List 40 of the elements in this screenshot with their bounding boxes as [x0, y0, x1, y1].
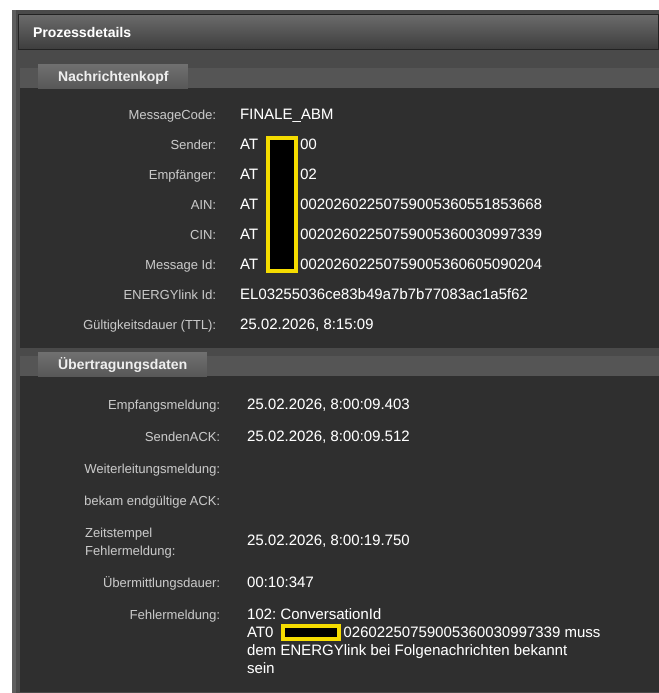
field-value: 25.02.2026, 8:00:19.750 — [247, 532, 410, 549]
field-value: 02602250759005360030997339 muss — [343, 624, 600, 641]
field-label: ENERGYlink Id: — [122, 286, 216, 304]
field-label: Message Id: — [144, 256, 216, 274]
field-label: Empfänger: — [148, 166, 216, 184]
field-label: Gültigkeitsdauer (TTL): — [82, 316, 216, 334]
field-value: 00202602250759005360605090204 — [300, 256, 542, 273]
field-label: Übermittlungsdauer: — [102, 574, 220, 592]
field-label: AIN: — [190, 196, 216, 214]
field-value: 102: ConversationId — [247, 606, 382, 623]
field-value: 00:10:347 — [247, 574, 314, 591]
panel-title: Prozessdetails — [33, 24, 132, 40]
field-label: Sender: — [169, 136, 216, 154]
field-value: 00 — [300, 136, 317, 153]
field-value: 25.02.2026, 8:00:09.512 — [247, 428, 410, 445]
field-label: Empfangsmeldung: — [106, 396, 220, 414]
field-value: AT — [240, 196, 258, 213]
field-label: Weiterleitungsmeldung: — [83, 460, 220, 478]
field-label: CIN: — [189, 226, 216, 244]
field-value: 25.02.2026, 8:00:09.403 — [247, 396, 410, 413]
redaction-box — [281, 624, 342, 641]
field-value: 02 — [300, 166, 317, 183]
field-value: AT — [240, 256, 258, 273]
field-value: dem ENERGYlink bei Folgenachrichten bekannt sein — [247, 642, 568, 677]
field-label: Zeitstempel Fehlermeldung: — [84, 524, 176, 560]
section-title: Nachrichtenkopf — [38, 64, 188, 89]
field-value: FINALE_ABM — [240, 106, 334, 123]
field-label: SendenACK: — [144, 428, 220, 446]
field-value: AT — [240, 226, 258, 243]
field-label: bekam endgültige ACK: — [83, 492, 220, 510]
field-value: AT0 — [247, 624, 274, 641]
field-value: 00202602250759005360030997339 — [300, 226, 542, 243]
section-title: Übertragungsdaten — [38, 352, 208, 377]
field-label: Fehlermeldung: — [128, 606, 220, 624]
field-value: 00202602250759005360551853668 — [300, 196, 542, 213]
field-label: MessageCode: — [128, 106, 216, 124]
field-value: EL03255036ce83b49a7b7b77083ac1a5f62 — [240, 286, 528, 303]
field-value: AT — [240, 166, 258, 183]
field-value: AT — [240, 136, 258, 153]
field-value: 25.02.2026, 8:15:09 — [240, 316, 374, 333]
